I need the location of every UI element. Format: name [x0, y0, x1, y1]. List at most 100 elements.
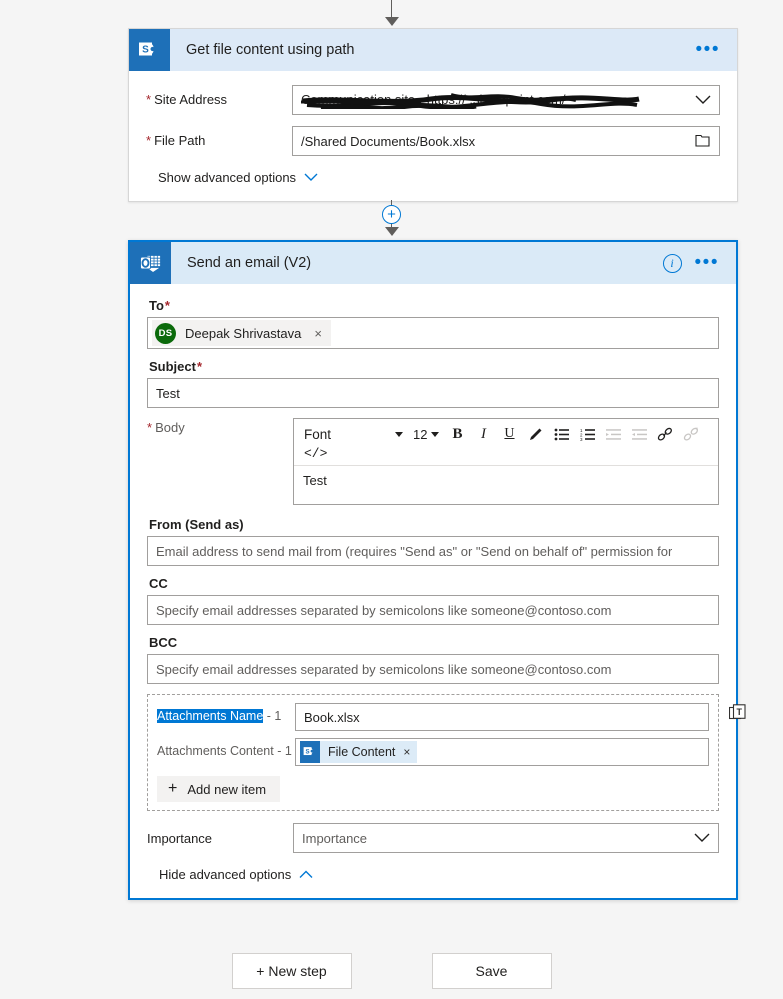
token-label: File Content — [328, 745, 396, 759]
body-editor-toolbar: Font 12 B I U 1 2 3 </> — [294, 419, 718, 466]
chevron-down-icon — [694, 833, 710, 842]
chevron-down-icon — [395, 431, 403, 437]
underline-icon[interactable]: U — [497, 423, 521, 445]
indent-decrease-icon[interactable] — [627, 423, 651, 445]
required-asterisk: * — [164, 298, 170, 313]
card-header-email[interactable]: Send an email (V2) i ••• — [130, 242, 736, 284]
field-importance: Importance Importance — [147, 823, 719, 853]
card-header-sharepoint[interactable]: S Get file content using path ••• — [129, 29, 737, 71]
bold-icon[interactable]: B — [445, 423, 469, 445]
arrow-down-icon — [384, 227, 399, 236]
card-body-sharepoint: * Site Address Communication site - https… — [129, 71, 737, 201]
insert-token-icon[interactable]: T — [728, 704, 746, 725]
insert-step-button[interactable]: + — [382, 205, 401, 224]
chevron-down-icon — [431, 431, 440, 437]
importance-placeholder: Importance — [302, 830, 368, 846]
chevron-up-icon — [299, 870, 313, 878]
card-title: Get file content using path — [186, 42, 355, 58]
attachment-name-label: Attachments Name - 1 — [157, 703, 295, 724]
avatar: DS — [155, 322, 176, 344]
sharepoint-icon: S — [129, 29, 170, 71]
to-input[interactable]: DS Deepak Shrivastava × — [147, 317, 719, 349]
code-view-icon[interactable]: </> — [300, 445, 331, 463]
cc-placeholder: Specify email addresses separated by sem… — [156, 602, 612, 618]
field-label-subject: Subject* — [149, 359, 203, 374]
info-icon[interactable]: i — [662, 253, 682, 273]
plus-icon: + — [168, 780, 178, 797]
body-editor[interactable]: Font 12 B I U 1 2 3 </> Test — [293, 418, 719, 505]
body-content[interactable]: Test — [294, 466, 718, 504]
field-label-importance: Importance — [147, 830, 213, 846]
svg-text:T: T — [736, 707, 742, 717]
attachment-content-label: Attachments Content - 1 — [157, 744, 292, 758]
field-label-to: To* — [149, 298, 170, 313]
attachments-group: Attachments Name - 1 Book.xlsx T Attachm… — [147, 694, 746, 811]
arrow-down-icon — [384, 17, 399, 26]
svg-text:S: S — [306, 748, 310, 755]
font-family-dropdown[interactable]: Font — [300, 423, 407, 445]
required-asterisk: * — [196, 359, 203, 374]
highlighter-icon[interactable] — [523, 423, 547, 445]
link-icon[interactable] — [653, 423, 677, 445]
recipient-chip[interactable]: DS Deepak Shrivastava × — [152, 320, 331, 346]
svg-text:S: S — [142, 44, 149, 55]
bcc-placeholder: Specify email addresses separated by sem… — [156, 661, 612, 677]
required-asterisk: * — [146, 133, 152, 148]
bulleted-list-icon[interactable] — [549, 423, 573, 445]
show-advanced-options-toggle[interactable]: Show advanced options — [146, 170, 720, 185]
attachment-content-input[interactable]: S File Content × — [295, 738, 709, 766]
dynamic-content-token[interactable]: S File Content × — [300, 741, 418, 763]
indent-increase-icon[interactable] — [601, 423, 625, 445]
font-size-dropdown[interactable]: 12 — [409, 423, 443, 445]
save-button[interactable]: Save — [431, 953, 552, 989]
footer-actions: + New step Save — [0, 953, 783, 989]
field-label-cc: CC — [149, 576, 168, 591]
numbered-list-icon[interactable]: 1 2 3 — [575, 423, 599, 445]
subject-input[interactable]: Test — [147, 378, 719, 408]
file-path-input[interactable]: /Shared Documents/Book.xlsx — [292, 126, 720, 156]
card-menu-icon[interactable]: ••• — [695, 253, 719, 272]
add-new-item-button[interactable]: + Add new item — [157, 776, 281, 802]
importance-dropdown[interactable]: Importance — [293, 823, 719, 853]
from-placeholder: Email address to send mail from (require… — [156, 543, 673, 559]
bcc-input[interactable]: Specify email addresses separated by sem… — [147, 654, 719, 684]
action-card-send-an-email[interactable]: Send an email (V2) i ••• To* DS Deepak S… — [128, 240, 746, 900]
card-title: Send an email (V2) — [187, 255, 312, 271]
hide-advanced-options-toggle[interactable]: Hide advanced options — [147, 867, 719, 882]
unlink-icon[interactable] — [679, 423, 703, 445]
field-body: * Body Font 12 B I U 1 2 3 </> Test — [147, 418, 719, 505]
show-advanced-options-label: Show advanced options — [158, 170, 297, 185]
field-label-from: From (Send as) — [149, 517, 244, 532]
chevron-down-icon[interactable] — [695, 95, 711, 105]
italic-icon[interactable]: I — [471, 423, 495, 445]
cc-input[interactable]: Specify email addresses separated by sem… — [147, 595, 719, 625]
connector-top — [0, 0, 783, 28]
add-new-item-label: Add new item — [187, 781, 267, 797]
close-icon[interactable]: × — [314, 326, 322, 341]
attachment-name-input[interactable]: Book.xlsx — [295, 703, 709, 731]
field-label-file-path: * File Path — [146, 133, 206, 148]
attachment-name-row: Attachments Name - 1 Book.xlsx T — [157, 703, 746, 731]
site-address-input[interactable]: Communication site - https:// .sharepoin… — [292, 85, 720, 115]
sharepoint-icon: S — [300, 741, 320, 763]
action-card-get-file-content[interactable]: S Get file content using path ••• * Site … — [128, 28, 738, 202]
field-site-address: * Site Address Communication site - https… — [146, 85, 720, 115]
new-step-button[interactable]: + New step — [231, 953, 352, 989]
svg-text:3: 3 — [580, 437, 583, 441]
field-label-site-address: * Site Address — [146, 92, 228, 107]
from-input[interactable]: Email address to send mail from (require… — [147, 536, 719, 566]
close-icon[interactable]: × — [403, 745, 410, 759]
card-body-email: To* DS Deepak Shrivastava × Subject* Tes… — [130, 284, 746, 898]
connector-middle: + — [0, 200, 783, 240]
folder-picker-icon[interactable] — [695, 134, 711, 148]
hide-advanced-options-label: Hide advanced options — [159, 867, 292, 882]
site-address-value: Communication site - https:// .sharepoin… — [301, 92, 566, 107]
attachment-name-label-highlighted: Attachments Name — [157, 709, 264, 723]
field-label-bcc: BCC — [149, 635, 178, 650]
recipient-name: Deepak Shrivastava — [185, 325, 302, 341]
field-file-path: * File Path /Shared Documents/Book.xlsx — [146, 126, 720, 156]
file-path-value: /Shared Documents/Book.xlsx — [301, 133, 476, 149]
card-menu-icon[interactable]: ••• — [696, 40, 720, 59]
field-label-body: * Body — [147, 420, 185, 435]
subject-value: Test — [156, 385, 180, 401]
